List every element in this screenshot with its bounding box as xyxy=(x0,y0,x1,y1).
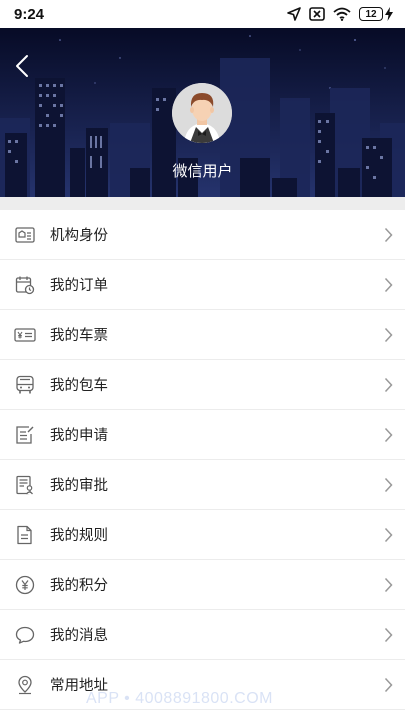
watermark: APP • 4008891800.COM xyxy=(86,690,273,707)
wifi-icon xyxy=(333,7,351,21)
ticket-yen-icon xyxy=(14,324,36,346)
menu-item-label: 我的包车 xyxy=(50,378,108,394)
menu-item-label: 我的规则 xyxy=(50,528,108,544)
section-divider xyxy=(0,197,405,210)
status-time: 9:24 xyxy=(14,5,45,23)
chevron-right-icon xyxy=(384,577,393,592)
message-bubble-icon xyxy=(14,624,36,646)
chevron-right-icon xyxy=(384,427,393,442)
menu-item-rules[interactable]: 我的规则 xyxy=(0,510,405,560)
chevron-right-icon xyxy=(384,227,393,242)
approval-document-icon xyxy=(14,474,36,496)
institution-card-icon xyxy=(14,224,36,246)
bus-icon xyxy=(14,374,36,396)
battery-icon: 12 xyxy=(359,7,393,21)
menu-item-label: 我的消息 xyxy=(50,628,108,644)
menu-item-messages[interactable]: 我的消息 xyxy=(0,610,405,660)
rules-document-icon xyxy=(14,524,36,546)
chevron-right-icon xyxy=(384,377,393,392)
menu-item-tickets[interactable]: 我的车票 xyxy=(0,310,405,360)
chevron-right-icon xyxy=(384,327,393,342)
location-pin-icon xyxy=(14,674,36,696)
location-arrow-icon xyxy=(287,7,301,21)
profile-header: 微信用户 xyxy=(0,28,405,197)
menu-item-label: 我的积分 xyxy=(50,578,108,594)
chevron-left-icon xyxy=(16,55,28,77)
menu-item-label: 我的订单 xyxy=(50,278,108,294)
chevron-right-icon xyxy=(384,527,393,542)
menu-item-label: 我的申请 xyxy=(50,428,108,444)
application-edit-icon xyxy=(14,424,36,446)
menu-item-points[interactable]: 我的积分 xyxy=(0,560,405,610)
chevron-right-icon xyxy=(384,277,393,292)
status-bar: 9:24 12 xyxy=(0,0,405,28)
menu-item-institution[interactable]: 机构身份 xyxy=(0,210,405,260)
menu-item-orders[interactable]: 我的订单 xyxy=(0,260,405,310)
status-icons: 12 xyxy=(287,7,393,21)
no-sim-icon xyxy=(309,7,325,21)
avatar[interactable] xyxy=(172,83,232,143)
menu-item-applications[interactable]: 我的申请 xyxy=(0,410,405,460)
chevron-right-icon xyxy=(384,677,393,692)
user-name: 微信用户 xyxy=(172,162,233,180)
battery-level: 12 xyxy=(359,7,383,21)
order-calendar-icon xyxy=(14,274,36,296)
menu-item-label: 我的车票 xyxy=(50,328,108,344)
menu-item-charter[interactable]: 我的包车 xyxy=(0,360,405,410)
points-yen-circle-icon xyxy=(14,574,36,596)
chevron-right-icon xyxy=(384,627,393,642)
charging-bolt-icon xyxy=(385,7,393,21)
back-button[interactable] xyxy=(6,48,38,84)
user-avatar-illustration xyxy=(172,83,232,143)
chevron-right-icon xyxy=(384,477,393,492)
profile-menu: 机构身份 我的订单 我的车票 我的包车 我的申请 我的审批 我的规则 我的积分 … xyxy=(0,210,405,710)
menu-item-label: 机构身份 xyxy=(50,228,108,244)
menu-item-approvals[interactable]: 我的审批 xyxy=(0,460,405,510)
menu-item-label: 我的审批 xyxy=(50,478,108,494)
